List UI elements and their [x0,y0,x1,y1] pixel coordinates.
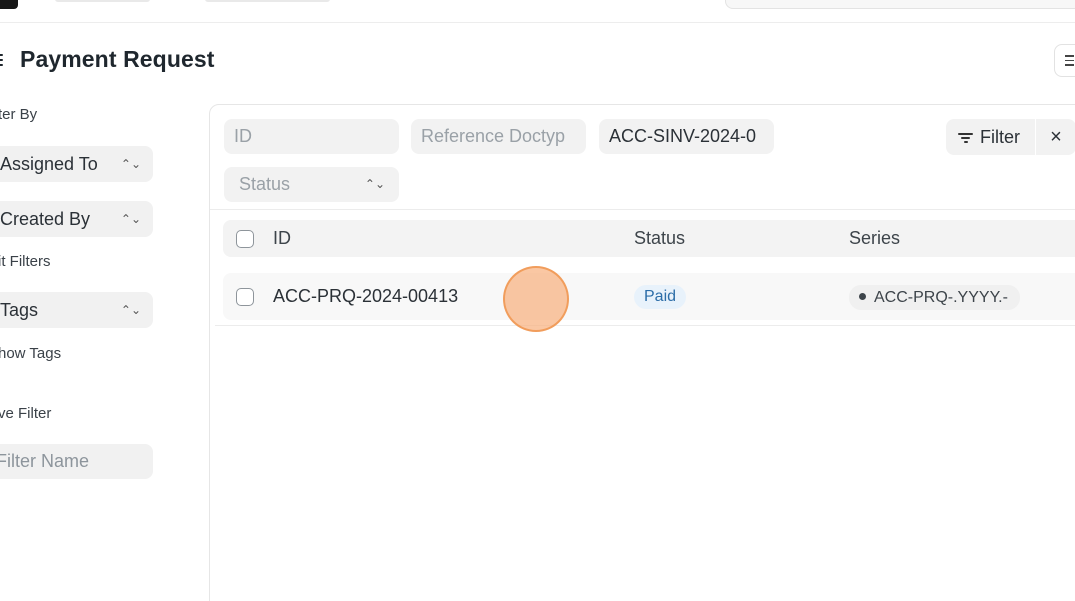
clear-filters-button[interactable]: × [1036,119,1075,155]
close-icon: × [1050,126,1062,148]
chevron-updown-icon: ⌃⌄ [364,177,385,191]
series-pill: ACC-PRQ-.YYYY.- [849,285,1020,310]
tags-label: Tags [0,300,39,320]
chevron-updown-icon: ⌃⌄ [120,212,141,226]
search-bar[interactable] [725,0,1075,9]
row-checkbox[interactable] [236,288,254,306]
filter-icon [958,132,974,144]
status-badge: Paid [634,285,687,309]
breadcrumb[interactable] [55,0,150,2]
divider [215,325,1075,326]
select-all-checkbox[interactable] [236,230,254,248]
series-value: ACC-PRQ-.YYYY.- [874,289,1008,306]
page-title: Payment Request [20,46,215,72]
click-indicator [503,266,569,332]
list-view-toggle[interactable] [1054,44,1075,77]
sidebar-toggle-icon[interactable] [0,54,4,68]
tags-select[interactable]: Tags ⌃⌄ [0,292,153,328]
chevron-updown-icon: ⌃⌄ [120,303,141,317]
chevron-updown-icon: ⌃⌄ [120,157,141,171]
status-filter-select[interactable]: Status ⌃⌄ [224,167,399,202]
column-header-series[interactable]: Series [849,220,900,257]
filter-button-group: Filter × [946,119,1075,155]
assigned-to-label: Assigned To [0,154,98,174]
save-filter-label: ve Filter [0,405,52,422]
filter-name-input[interactable]: Filter Name [0,444,153,479]
dot-icon [859,293,866,300]
row-id-link[interactable]: ACC-PRQ-2024-00413 [273,273,458,320]
show-tags-link[interactable]: how Tags [0,345,61,362]
divider [210,209,1075,210]
filter-button[interactable]: Filter [946,119,1035,155]
id-filter-input[interactable]: ID [224,119,399,154]
table-header: ID Status Series [223,220,1075,257]
edit-filters-link[interactable]: it Filters [0,253,51,270]
top-navbar [0,0,1075,23]
table-row[interactable]: ACC-PRQ-2024-00413 Paid ACC-PRQ-.YYYY.- [223,273,1075,320]
list-icon [1065,55,1075,67]
reference-name-filter-input[interactable]: ACC-SINV-2024-0 [599,119,774,154]
status-filter-label: Status [239,174,291,194]
created-by-select[interactable]: Created By ⌃⌄ [0,201,153,237]
filter-button-label: Filter [980,127,1020,147]
column-header-status[interactable]: Status [634,220,685,257]
breadcrumb-current[interactable] [205,0,330,2]
column-header-id[interactable]: ID [273,220,291,257]
assigned-to-select[interactable]: Assigned To ⌃⌄ [0,146,153,182]
filter-by-label: ter By [0,106,38,123]
app-logo[interactable] [0,0,18,9]
reference-doctype-filter-input[interactable]: Reference Doctyp [411,119,586,154]
created-by-label: Created By [0,209,91,229]
